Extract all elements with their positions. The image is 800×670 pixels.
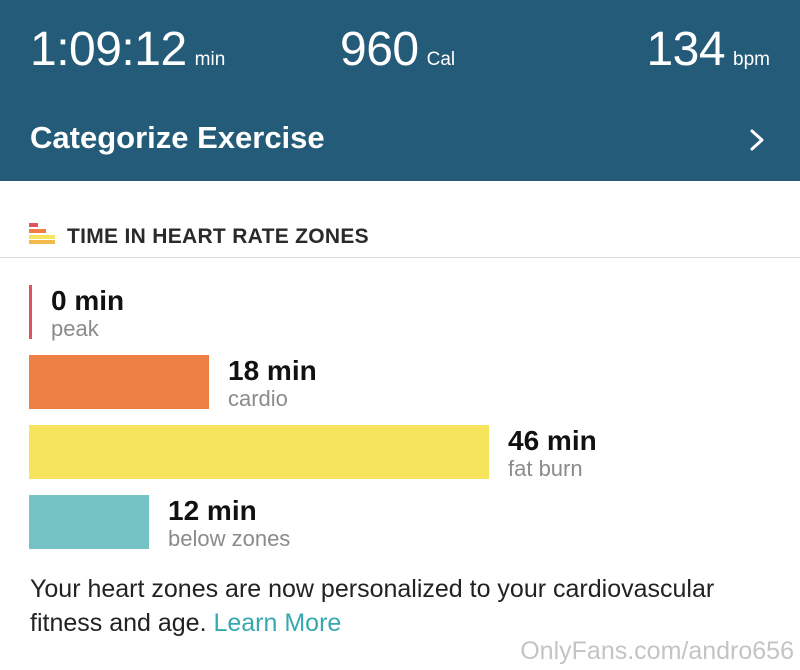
heart-rate-value: 134 — [646, 23, 726, 76]
workout-summary-header: 1:09:12 min 960 Cal 134 bpm Categorize E… — [0, 0, 800, 181]
heart-rate-stat: 134 bpm — [646, 24, 770, 76]
personalized-zones-note: Your heart zones are now personalized to… — [30, 572, 770, 640]
duration-value: 1:09:12 — [30, 23, 187, 76]
zone-value: 0 min — [51, 285, 125, 316]
zone-cardio: 18 min cardio — [29, 355, 789, 425]
zone-label: peak — [51, 316, 99, 341]
zone-text-below-zones: 12 min below zones — [168, 495, 290, 551]
categorize-exercise-button[interactable]: Categorize Exercise — [0, 104, 800, 174]
zone-peak: 0 min peak — [29, 285, 789, 355]
zone-text-cardio: 18 min cardio — [228, 355, 317, 411]
heart-rate-unit: bpm — [733, 49, 770, 70]
zone-value: 18 min — [228, 355, 317, 386]
calories-unit: Cal — [426, 49, 456, 70]
heart-rate-zones-header: TIME IN HEART RATE ZONES — [0, 215, 800, 258]
zone-value: 46 min — [508, 425, 597, 456]
duration-stat: 1:09:12 min — [30, 24, 225, 76]
zone-text-peak: 0 min peak — [51, 285, 124, 341]
heart-zones-icon — [29, 223, 55, 244]
zone-label: below zones — [168, 526, 291, 551]
zone-bar-peak — [29, 285, 32, 339]
zone-label: cardio — [228, 386, 288, 411]
zone-bar-below-zones — [29, 495, 149, 549]
calories-value: 960 — [340, 23, 419, 76]
zone-below-zones: 12 min below zones — [29, 495, 789, 565]
chevron-right-icon — [750, 129, 764, 151]
categorize-exercise-label: Categorize Exercise — [30, 120, 325, 155]
zone-text-fat-burn: 46 min fat burn — [508, 425, 597, 481]
zone-label: fat burn — [508, 456, 583, 481]
calories-stat: 960 Cal — [340, 24, 455, 76]
zone-bar-fat-burn — [29, 425, 489, 479]
watermark: OnlyFans.com/andro656 — [520, 637, 794, 665]
learn-more-link[interactable]: Learn More — [213, 609, 341, 637]
section-title: TIME IN HEART RATE ZONES — [67, 225, 369, 248]
zone-value: 12 min — [168, 495, 257, 526]
duration-unit: min — [194, 49, 226, 70]
zone-fat-burn: 46 min fat burn — [29, 425, 789, 495]
zone-bar-cardio — [29, 355, 209, 409]
personalized-zones-text: Your heart zones are now personalized to… — [30, 575, 715, 637]
